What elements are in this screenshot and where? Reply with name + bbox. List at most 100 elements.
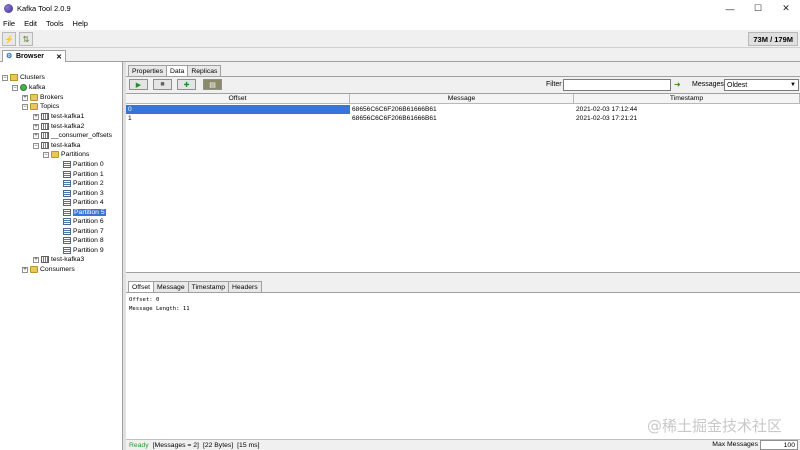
browser-tab[interactable]: ⚙ Browser ✕ — [2, 50, 66, 62]
cell-offset: 0 — [126, 105, 350, 114]
partition-icon — [63, 161, 71, 169]
close-window-button[interactable]: ✕ — [772, 0, 800, 17]
collapse-icon[interactable]: − — [33, 142, 39, 149]
messages-label: Messages — [692, 81, 724, 88]
document-tab-strip: ⚙ Browser ✕ — [0, 48, 800, 62]
table-row[interactable]: 1 68656C6C6F206B61666B61 2021-02-03 17:2… — [126, 114, 800, 123]
messages-table: Offset Message Timestamp 0 68656C6C6F206… — [126, 93, 800, 273]
tree-label: Partition 8 — [73, 237, 104, 245]
tree-item-topic[interactable]: + __consumer_offsets — [33, 131, 112, 141]
tree-item-partition[interactable]: Partition 4 — [63, 198, 104, 208]
maximize-button[interactable]: ☐ — [744, 0, 772, 17]
tree-item-partition[interactable]: Partition 6 — [63, 217, 104, 227]
title-bar: Kafka Tool 2.0.9 — ☐ ✕ — [0, 0, 800, 17]
tree-label: Consumers — [40, 266, 75, 274]
tab-properties[interactable]: Properties — [128, 65, 167, 76]
tree-item-topic[interactable]: + test-kafka3 — [33, 255, 84, 265]
tree-item-clusters[interactable]: − Clusters — [2, 73, 45, 83]
menu-tools[interactable]: Tools — [46, 19, 64, 28]
tree-item-topic[interactable]: + test-kafka1 — [33, 112, 84, 122]
menu-help[interactable]: Help — [73, 19, 88, 28]
folder-icon — [30, 94, 38, 102]
messages-select[interactable]: Oldest ▼ — [724, 79, 799, 91]
tab-data[interactable]: Data — [165, 65, 189, 76]
partition-tabs: Properties Data Replicas — [128, 65, 222, 76]
topic-icon — [41, 256, 49, 264]
tab-offset[interactable]: Offset — [128, 281, 155, 292]
tree-label: Partition 7 — [73, 228, 104, 236]
refresh-icon[interactable]: ⇅ — [19, 32, 33, 46]
tree-label: kafka — [29, 84, 46, 92]
expand-icon[interactable]: + — [33, 113, 39, 120]
expand-icon[interactable]: + — [33, 123, 39, 130]
tree-label: Topics — [40, 103, 60, 111]
run-icon[interactable]: ▶ — [129, 79, 148, 90]
expand-icon[interactable]: + — [33, 132, 39, 139]
view-icon[interactable]: ▤ — [203, 79, 222, 90]
column-header-message[interactable]: Message — [350, 94, 574, 104]
tree-label: Partitions — [61, 151, 90, 159]
collapse-icon[interactable]: − — [2, 74, 8, 81]
tree-item-consumers[interactable]: + Consumers — [22, 265, 75, 275]
partition-icon — [63, 171, 71, 179]
expand-icon[interactable]: + — [33, 256, 39, 263]
topic-icon — [41, 132, 49, 140]
tree-label: Partition 3 — [73, 190, 104, 198]
partition-icon — [63, 199, 71, 207]
folder-open-icon — [51, 151, 59, 159]
tab-timestamp[interactable]: Timestamp — [187, 281, 229, 292]
message-detail-tabs: Offset Message Timestamp Headers — [128, 281, 262, 292]
stop-icon[interactable]: ■ — [153, 79, 172, 90]
max-messages-input[interactable]: 100 — [760, 440, 798, 450]
expand-icon[interactable]: + — [22, 266, 28, 273]
minimize-button[interactable]: — — [716, 0, 744, 17]
memory-indicator[interactable]: 73M / 179M — [748, 32, 798, 46]
apply-filter-icon[interactable]: ➜ — [674, 80, 684, 90]
tree-label: __consumer_offsets — [51, 132, 113, 140]
column-header-timestamp[interactable]: Timestamp — [574, 94, 800, 104]
filter-input[interactable] — [563, 79, 671, 91]
status-ready: Ready — [129, 441, 149, 449]
status-bytes: [22 Bytes] — [202, 441, 234, 449]
menu-file[interactable]: File — [3, 19, 15, 28]
partition-icon — [63, 228, 71, 236]
tree-label: Clusters — [20, 74, 45, 82]
filter-label: Filter — [546, 81, 562, 88]
window-controls: — ☐ ✕ — [716, 0, 800, 17]
tab-headers[interactable]: Headers — [227, 281, 262, 292]
tree-item-partition[interactable]: Partition 0 — [63, 160, 104, 170]
tab-message[interactable]: Message — [153, 281, 189, 292]
tree-item-kafka[interactable]: − kafka — [12, 83, 45, 93]
column-header-offset[interactable]: Offset — [126, 94, 350, 104]
toolbar: ⚡ ⇅ 73M / 179M — [0, 30, 800, 48]
close-tab-icon[interactable]: ✕ — [56, 53, 62, 61]
collapse-icon[interactable]: − — [12, 84, 18, 91]
horizontal-splitter[interactable] — [126, 274, 800, 281]
connect-icon[interactable]: ⚡ — [2, 32, 16, 46]
table-row[interactable]: 0 68656C6C6F206B61666B61 2021-02-03 17:1… — [126, 105, 800, 114]
tree-item-partition[interactable]: Partition 8 — [63, 236, 104, 246]
tab-replicas[interactable]: Replicas — [187, 65, 222, 76]
menu-bar: File Edit Tools Help — [0, 17, 800, 30]
detail-offset-line: Offset: 0 — [129, 297, 160, 303]
cell-message: 68656C6C6F206B61666B61 — [352, 115, 437, 122]
cell-offset: 1 — [128, 115, 132, 122]
browser-tab-label: Browser — [16, 53, 45, 60]
topic-icon — [41, 142, 49, 150]
collapse-icon[interactable]: − — [22, 103, 28, 110]
tree-item-topics[interactable]: − Topics — [22, 102, 59, 112]
tree-label: Partition 2 — [73, 180, 104, 188]
tree-item-partition[interactable]: Partition 2 — [63, 179, 104, 189]
status-bar: Ready [Messages = 2] [22 Bytes] [15 ms] … — [126, 439, 800, 450]
partition-icon — [63, 218, 71, 226]
collapse-icon[interactable]: − — [43, 151, 49, 158]
partition-icon — [63, 190, 71, 198]
partition-icon — [63, 180, 71, 188]
partition-detail-pane: Properties Data Replicas ▶ ■ ✚ ▤ Filter … — [126, 62, 800, 450]
add-message-icon[interactable]: ✚ — [177, 79, 196, 90]
menu-edit[interactable]: Edit — [24, 19, 37, 28]
partition-icon — [63, 209, 71, 217]
app-icon — [4, 4, 13, 13]
tree-item-partitions[interactable]: − Partitions — [43, 150, 89, 160]
expand-icon[interactable]: + — [22, 94, 28, 101]
